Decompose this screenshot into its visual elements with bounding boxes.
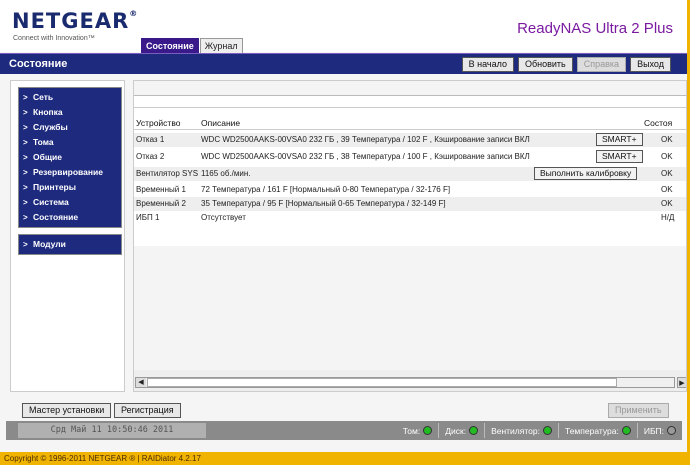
device-description: 1165 об./мин. <box>201 169 251 178</box>
tab-log[interactable]: Журнал <box>199 38 243 53</box>
indicator-ups[interactable]: ИБП: <box>644 426 676 436</box>
register-button[interactable]: Регистрация <box>114 403 181 418</box>
sidebar-item-volumes[interactable]: > Тома <box>19 135 121 150</box>
status-led-icon <box>423 426 433 435</box>
chevron-right-icon: > <box>23 93 28 102</box>
table-row: Отказ 2 WDC WD2500AAKS-00VSA0 232 ГБ , 3… <box>134 150 686 164</box>
table-header: Устройство Описание Состоя <box>134 118 686 130</box>
netgear-logo: NETGEAR® <box>12 9 139 33</box>
chevron-right-icon: > <box>23 138 28 147</box>
device-name: Временный 1 <box>136 185 186 194</box>
smart-button[interactable]: SMART+ <box>596 133 643 146</box>
chevron-right-icon: > <box>23 108 28 117</box>
sidebar-item-button[interactable]: > Кнопка <box>19 105 121 120</box>
col-device-header: Устройство <box>136 118 181 128</box>
status-led-icon <box>667 426 676 435</box>
app-frame: NETGEAR® Connect with Innovation™ ReadyN… <box>0 0 690 452</box>
device-status: Н/Д <box>661 213 675 222</box>
status-indicators: Том: Диск: Вентилятор: Температура: ИБП: <box>397 422 676 439</box>
table-row: Временный 2 35 Температура / 95 F [Норма… <box>134 197 686 211</box>
scrollbar-thumb[interactable] <box>147 378 617 387</box>
help-button[interactable]: Справка <box>576 57 627 72</box>
indicator-fan[interactable]: Вентилятор: <box>491 423 559 438</box>
device-description: WDC WD2500AAKS-00VSA0 232 ГБ , 38 Темпер… <box>201 152 530 161</box>
setup-wizard-button[interactable]: Мастер установки <box>22 403 112 418</box>
scroll-right-icon[interactable]: ▶ <box>677 377 686 388</box>
device-description: WDC WD2500AAKS-00VSA0 232 ГБ , 39 Темпер… <box>201 135 530 144</box>
sidebar-item-network[interactable]: > Сеть <box>19 90 121 105</box>
chevron-right-icon: > <box>23 240 28 249</box>
table-spacer <box>134 96 686 108</box>
refresh-button[interactable]: Обновить <box>517 57 573 72</box>
device-status: OK <box>661 185 673 194</box>
sidebar-panel: > Сеть > Кнопка > Службы > Тома > Общие > Резе… <box>10 80 125 392</box>
sidebar-menu: > Сеть > Кнопка > Службы > Тома > Общие > Резе… <box>18 87 122 228</box>
smart-button[interactable]: SMART+ <box>596 150 643 163</box>
scroll-left-icon[interactable]: ◀ <box>136 378 146 387</box>
sidebar-item-services[interactable]: > Службы <box>19 120 121 135</box>
copyright: Copyright © 1996-2011 NETGEAR ® | RAIDia… <box>4 454 201 463</box>
device-name: Вентилятор SYS <box>136 169 199 178</box>
calibrate-button[interactable]: Выполнить калибровку <box>534 167 638 180</box>
sidebar-item-printers[interactable]: > Принтеры <box>19 180 121 195</box>
logout-button[interactable]: Выход <box>630 57 671 72</box>
header: NETGEAR® Connect with Innovation™ ReadyN… <box>0 0 687 53</box>
top-tabs: Состояние Журнал <box>141 38 243 53</box>
status-led-icon <box>621 426 631 435</box>
chevron-right-icon: > <box>23 168 28 177</box>
indicator-volume[interactable]: Том: <box>403 423 440 438</box>
sidebar-item-shares[interactable]: > Общие <box>19 150 121 165</box>
sidebar-item-status[interactable]: > Состояние <box>19 210 121 225</box>
device-name: ИБП 1 <box>136 213 160 222</box>
apply-button[interactable]: Применить <box>608 403 669 418</box>
device-status: OK <box>661 152 673 161</box>
col-status-header: Состоя <box>644 118 673 128</box>
table-row: Временный 1 72 Температура / 161 F [Норм… <box>134 183 686 197</box>
top-buttons: В начало Обновить Справка Выход <box>461 57 671 72</box>
horizontal-scrollbar[interactable]: ◀ <box>135 377 675 388</box>
logo-tagline: Connect with Innovation™ <box>13 35 95 42</box>
table-row: ИБП 1 Отсутствует Н/Д <box>134 211 686 225</box>
tab-status[interactable]: Состояние <box>141 38 199 53</box>
indicator-disk[interactable]: Диск: <box>445 423 486 438</box>
table-row: Отказ 1 WDC WD2500AAKS-00VSA0 232 ГБ , 3… <box>134 133 686 147</box>
chevron-right-icon: > <box>23 213 28 222</box>
title-bar: Состояние В начало Обновить Справка Выхо… <box>0 53 687 74</box>
device-status: OK <box>661 135 673 144</box>
page-title: Состояние <box>9 58 68 70</box>
product-name: ReadyNAS Ultra 2 Plus <box>517 20 673 37</box>
status-table: Устройство Описание Состоя Отказ 1 WDC W… <box>134 95 686 370</box>
sidebar: > Сеть > Кнопка > Службы > Тома > Общие > Резе… <box>18 87 122 255</box>
status-led-icon <box>469 426 479 435</box>
chevron-right-icon: > <box>23 123 28 132</box>
sidebar-item-system[interactable]: > Система <box>19 195 121 210</box>
col-description-header: Описание <box>201 118 241 128</box>
device-description: Отсутствует <box>201 213 246 222</box>
device-status: OK <box>661 169 673 178</box>
main-panel: Устройство Описание Состоя Отказ 1 WDC W… <box>133 80 687 392</box>
device-name: Отказ 1 <box>136 135 165 144</box>
main-top-strip <box>134 81 686 95</box>
device-status: OK <box>661 199 673 208</box>
device-description: 35 Температура / 95 F [Нормальный 0-65 Т… <box>201 199 446 208</box>
table-empty-area <box>134 246 686 370</box>
device-description: 72 Температура / 161 F [Нормальный 0-80 … <box>201 185 451 194</box>
indicator-temperature[interactable]: Температура: <box>565 423 638 438</box>
sidebar-item-backup[interactable]: > Резервирование <box>19 165 121 180</box>
device-name: Отказ 2 <box>136 152 165 161</box>
sidebar-modules-group: > Модули <box>18 234 122 255</box>
chevron-right-icon: > <box>23 153 28 162</box>
bottom-actions: Мастер установки Регистрация Применить <box>0 401 687 419</box>
table-row: Вентилятор SYS 1165 об./мин. Выполнить к… <box>134 167 686 181</box>
status-led-icon <box>542 426 552 435</box>
sidebar-item-modules[interactable]: > Модули <box>19 237 121 252</box>
device-name: Временный 2 <box>136 199 186 208</box>
home-button[interactable]: В начало <box>461 57 514 72</box>
status-bar: Срд Май 11 10:50:46 2011 Том: Диск: Вент… <box>6 421 682 440</box>
chevron-right-icon: > <box>23 198 28 207</box>
chevron-right-icon: > <box>23 183 28 192</box>
datetime: Срд Май 11 10:50:46 2011 <box>18 423 206 438</box>
